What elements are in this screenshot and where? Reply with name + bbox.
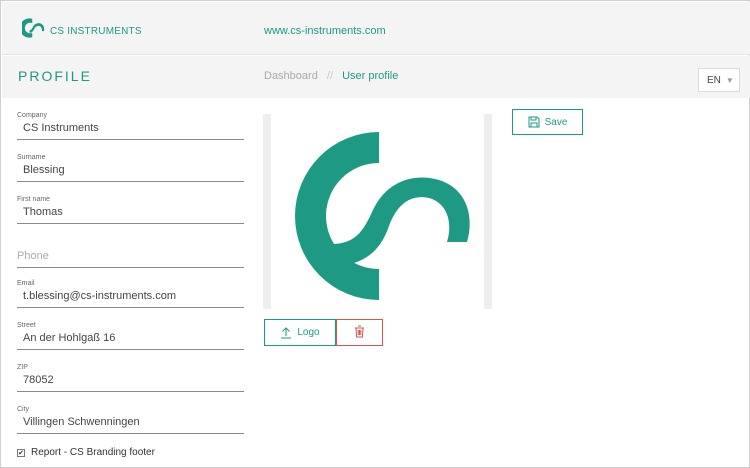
upload-logo-button[interactable]: Logo: [264, 319, 336, 346]
page-header: PROFILE Dashboard // User profile EN ▼: [2, 56, 750, 98]
report-branding-checkbox[interactable]: ✔ Report - CS Branding footer: [17, 447, 155, 458]
checkbox-checked-icon[interactable]: ✔: [17, 448, 25, 457]
surname-label: Surname: [17, 154, 46, 161]
first-name-field[interactable]: First name Thomas: [17, 195, 244, 224]
top-bar: CS INSTRUMENTS www.cs-instruments.com: [2, 2, 750, 55]
city-field[interactable]: City Villingen Schwenningen: [17, 405, 244, 434]
surname-field[interactable]: Surname Blessing: [17, 153, 244, 182]
email-label: Email: [17, 280, 35, 287]
breadcrumb-separator: //: [326, 70, 334, 82]
city-label: City: [17, 406, 30, 413]
cs-logo-icon: [295, 132, 470, 300]
phone-field[interactable]: Phone: [17, 249, 244, 268]
website-link[interactable]: www.cs-instruments.com: [264, 25, 386, 37]
page-title: PROFILE: [18, 68, 92, 84]
email-value[interactable]: t.blessing@cs-instruments.com: [17, 289, 244, 307]
company-field[interactable]: Company CS Instruments: [17, 111, 244, 140]
language-select[interactable]: EN ▼: [698, 68, 740, 92]
save-button[interactable]: Save: [512, 109, 583, 135]
zip-label: ZIP: [17, 364, 28, 371]
app-window: CS INSTRUMENTS www.cs-instruments.com PR…: [0, 0, 750, 468]
first-name-value[interactable]: Thomas: [17, 205, 244, 223]
street-field[interactable]: Street An der Hohlgaß 16: [17, 321, 244, 350]
breadcrumb-user-profile: User profile: [342, 70, 399, 82]
surname-value[interactable]: Blessing: [17, 163, 244, 181]
logo-preview-canvas: [271, 114, 484, 309]
chevron-down-icon: ▼: [725, 75, 734, 85]
company-value[interactable]: CS Instruments: [17, 121, 244, 139]
upload-icon: [280, 326, 292, 339]
company-label: Company: [17, 112, 47, 119]
delete-logo-button[interactable]: [336, 319, 383, 346]
street-label: Street: [17, 322, 36, 329]
breadcrumb-dashboard[interactable]: Dashboard: [264, 70, 318, 82]
email-field[interactable]: Email t.blessing@cs-instruments.com: [17, 279, 244, 308]
brand-name: CS INSTRUMENTS: [50, 25, 142, 37]
breadcrumb: Dashboard // User profile: [264, 70, 398, 82]
save-icon: [528, 116, 540, 128]
logo-preview: [263, 114, 492, 309]
zip-value[interactable]: 78052: [17, 373, 244, 391]
save-label: Save: [544, 116, 568, 128]
report-branding-label: Report - CS Branding footer: [31, 447, 155, 458]
phone-placeholder[interactable]: Phone: [17, 249, 244, 267]
city-value[interactable]: Villingen Schwenningen: [17, 415, 244, 433]
zip-field[interactable]: ZIP 78052: [17, 363, 244, 392]
cs-logo-icon: [22, 18, 45, 38]
language-value: EN: [707, 74, 721, 86]
street-value[interactable]: An der Hohlgaß 16: [17, 331, 244, 349]
trash-icon: [354, 325, 365, 341]
first-name-label: First name: [17, 196, 51, 203]
upload-logo-label: Logo: [297, 327, 320, 338]
brand-logo[interactable]: CS INSTRUMENTS: [22, 17, 142, 39]
